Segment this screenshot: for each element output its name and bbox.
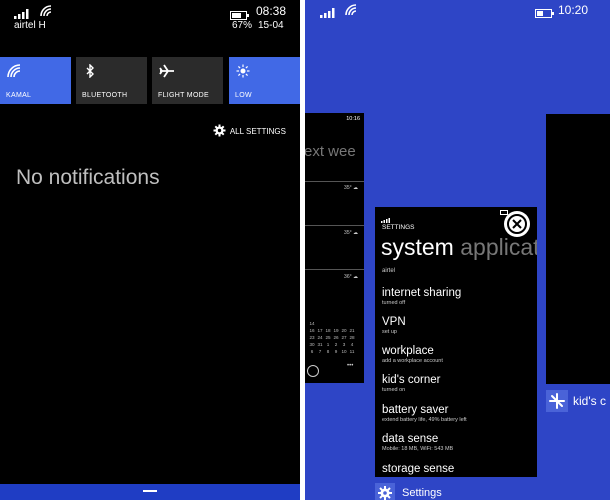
settings-app-caption: Settings bbox=[402, 487, 442, 499]
quick-action-label: BLUETOOTH bbox=[82, 92, 128, 99]
calendar-app-card[interactable]: 10:16 ext wee 35° ☁ 35° ☁ 36° ☁ 14 16 17 1… bbox=[305, 113, 364, 383]
quick-action-label: FLIGHT MODE bbox=[158, 92, 210, 99]
clock: 08:38 bbox=[256, 4, 287, 18]
settings-item[interactable]: data sense Mobile: 18 MB, WiFi: 543 MB bbox=[382, 433, 453, 452]
settings-item[interactable]: storage sense bbox=[382, 463, 454, 475]
quick-action-bluetooth[interactable]: BLUETOOTH bbox=[76, 57, 147, 104]
calendar-heading: ext wee bbox=[305, 143, 356, 160]
divider bbox=[305, 225, 364, 226]
app-label: SETTINGS bbox=[382, 224, 415, 231]
pivot-header: system applicat bbox=[381, 234, 537, 261]
brightness-icon bbox=[236, 64, 250, 78]
quick-action-brightness[interactable]: LOW bbox=[229, 57, 300, 104]
weather-temp: 36° ☁ bbox=[344, 274, 358, 280]
action-center-screen: airtel H 08:38 67% 15-04 KAMAL BLUETOOTH… bbox=[0, 0, 300, 500]
gear-icon bbox=[213, 124, 226, 139]
quick-action-label: KAMAL bbox=[6, 92, 32, 99]
weather-temp: 35° ☁ bbox=[344, 230, 358, 236]
settings-item[interactable]: workplace add a workplace account bbox=[382, 345, 443, 364]
close-app-button[interactable] bbox=[504, 211, 530, 237]
calendar-icon[interactable] bbox=[307, 365, 319, 377]
quick-action-flight-mode[interactable]: FLIGHT MODE bbox=[152, 57, 223, 104]
quick-action-wifi[interactable]: KAMAL bbox=[0, 57, 71, 104]
handle-bar bbox=[143, 490, 157, 492]
quick-action-label: LOW bbox=[235, 92, 252, 99]
all-settings-link[interactable]: ALL SETTINGS bbox=[213, 124, 286, 139]
settings-app-card[interactable]: SETTINGS system applicat airtel internet… bbox=[375, 207, 537, 477]
card-clock: 10:16 bbox=[346, 116, 360, 122]
task-switcher-screen: 10:20 10:16 ext wee 35° ☁ 35° ☁ 36° ☁ 14… bbox=[305, 0, 610, 500]
more-button[interactable]: ••• bbox=[347, 363, 353, 369]
divider bbox=[305, 269, 364, 270]
screenshot-root: airtel H 08:38 67% 15-04 KAMAL BLUETOOTH… bbox=[0, 0, 610, 503]
pivot-next[interactable]: applicat bbox=[460, 234, 537, 260]
clock: 10:20 bbox=[558, 3, 589, 17]
weather-temp: 35° ☁ bbox=[344, 185, 358, 191]
wifi-status-icon bbox=[345, 3, 359, 21]
settings-item[interactable]: battery saver extend battery life, 49% b… bbox=[382, 404, 467, 423]
date: 15-04 bbox=[258, 20, 284, 31]
close-icon bbox=[507, 214, 527, 234]
wifi-icon bbox=[7, 64, 21, 78]
carrier-name: airtel H bbox=[14, 20, 46, 31]
airplane-icon bbox=[159, 64, 174, 78]
bluetooth-icon bbox=[83, 63, 97, 79]
all-settings-label: ALL SETTINGS bbox=[229, 127, 286, 136]
kids-corner-app-icon bbox=[546, 390, 568, 412]
divider bbox=[305, 181, 364, 182]
mini-calendar: 14 16 17 18 19 20 21 23 24 25 26 27 28 30 31 1 2 3 4 67… bbox=[309, 321, 355, 354]
bottom-drag-handle[interactable] bbox=[0, 484, 300, 500]
empty-notifications-message: No notifications bbox=[16, 166, 160, 189]
battery-percent: 67% bbox=[232, 20, 253, 31]
pivot-active[interactable]: system bbox=[381, 234, 454, 260]
settings-app-icon bbox=[375, 483, 395, 500]
kids-corner-caption: kid's c bbox=[573, 394, 606, 408]
settings-item[interactable]: kid's corner turned on bbox=[382, 374, 440, 393]
settings-item[interactable]: internet sharing turned off bbox=[382, 287, 461, 306]
signal-icon bbox=[320, 5, 338, 23]
carrier-name: airtel bbox=[382, 268, 396, 274]
settings-item[interactable]: VPN set up bbox=[382, 316, 406, 335]
kids-corner-app-card[interactable] bbox=[546, 114, 610, 384]
battery-icon bbox=[535, 5, 555, 23]
